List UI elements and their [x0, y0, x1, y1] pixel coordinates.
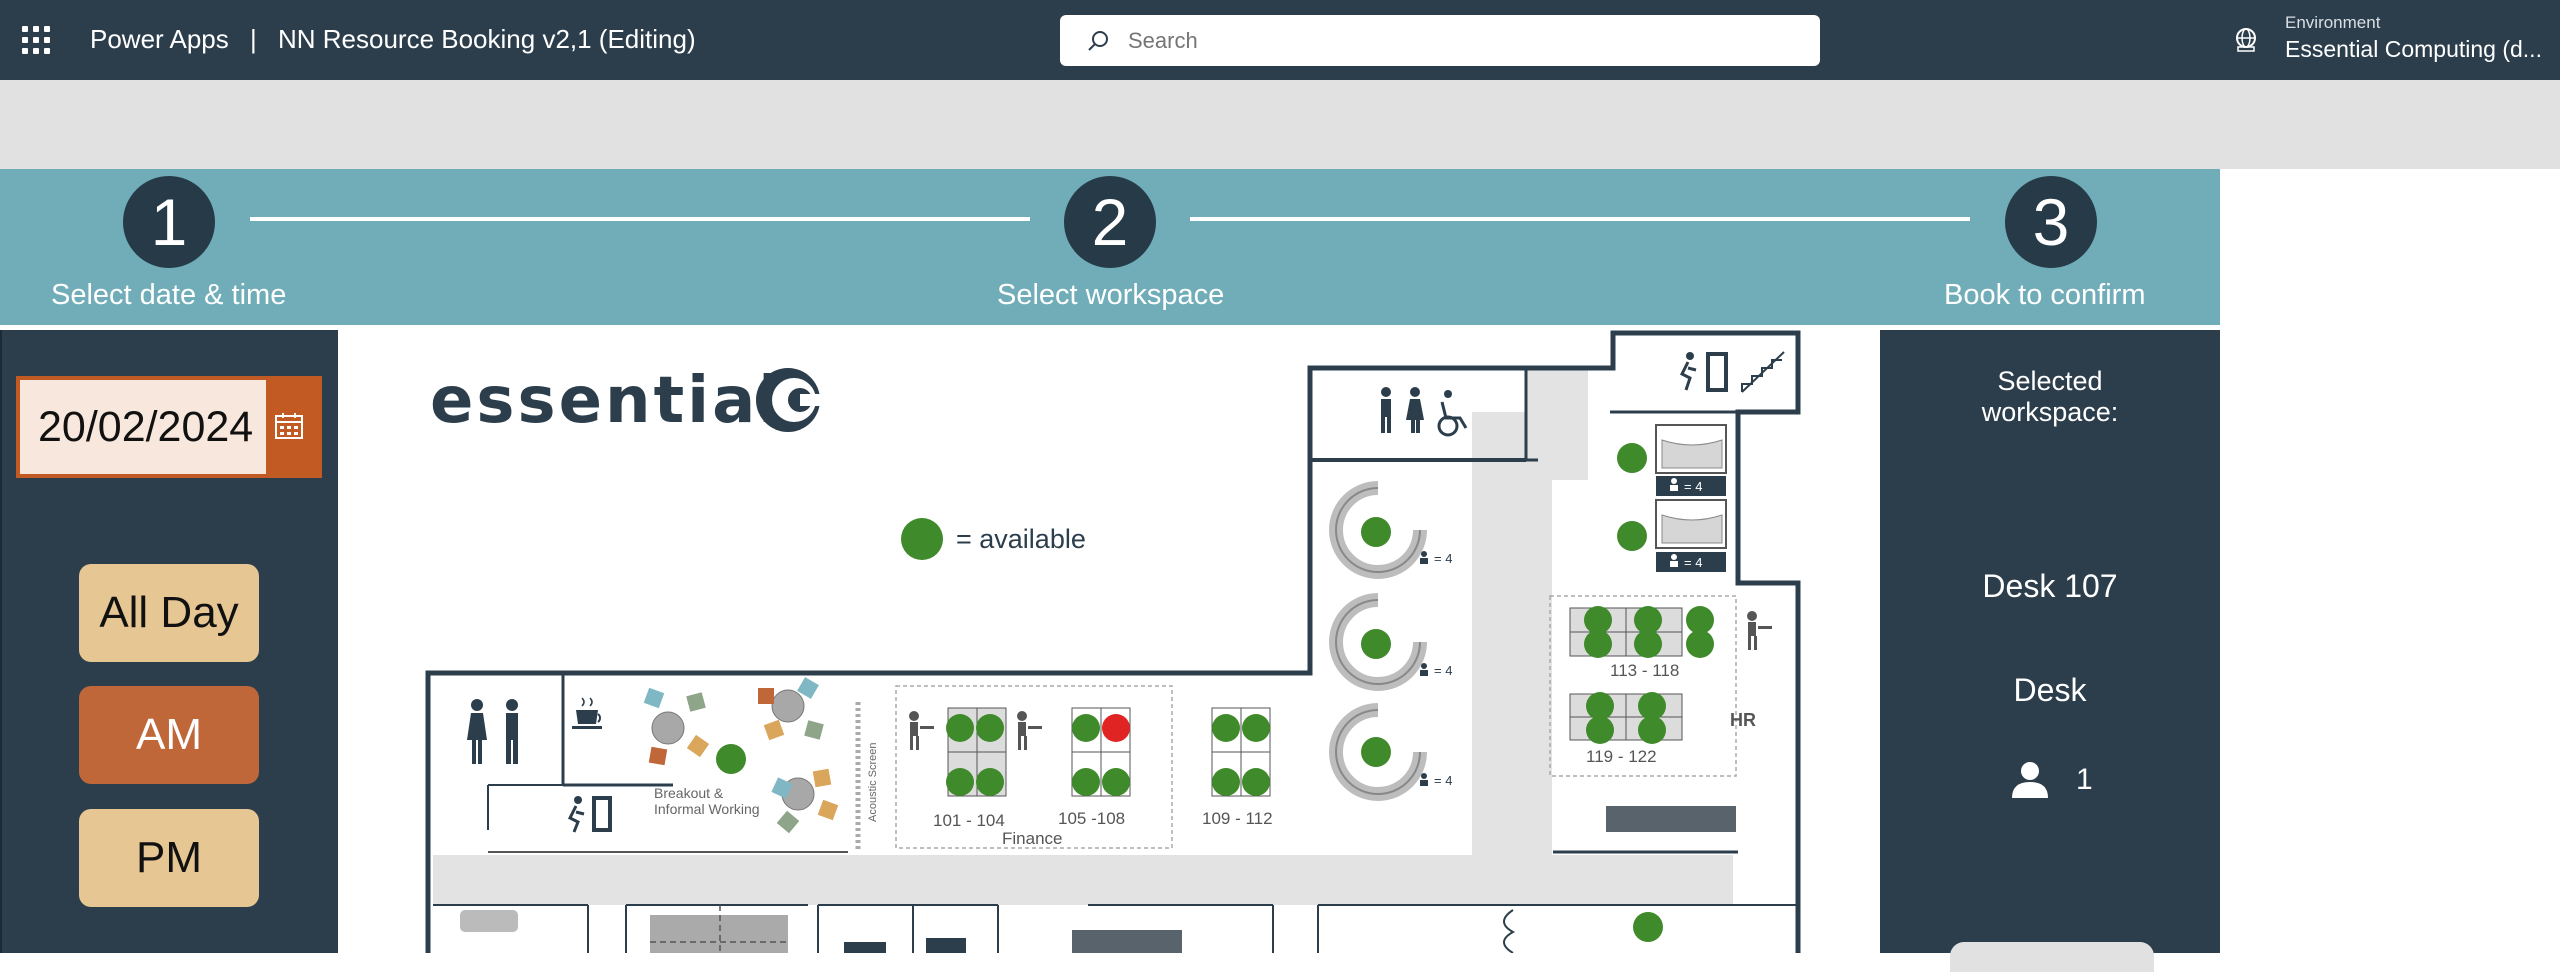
- am-button[interactable]: AM: [79, 686, 259, 784]
- legend-available-dot: [901, 518, 943, 560]
- stairs-icon: [1741, 351, 1785, 393]
- finance-labels: 101 - 104 105 -108 109 - 112 Finance: [933, 809, 1273, 848]
- search-input[interactable]: [1128, 15, 1788, 66]
- brand-logo-mark: [756, 368, 830, 432]
- desk-group-105-108: 105 -108: [1058, 809, 1125, 828]
- finance-label: Finance: [1002, 829, 1062, 848]
- informal-working-label: Informal Working: [654, 801, 760, 817]
- coffee-icon: [572, 697, 602, 729]
- desk-group-109-112: 109 - 112: [1202, 809, 1273, 828]
- left-panel: 20/02/2024 All Day AM PM: [0, 330, 338, 953]
- legend-text: = available: [956, 524, 1086, 554]
- brand-logo: essential: [430, 364, 783, 438]
- finance-desks: [909, 707, 1271, 797]
- top-bar: Power Apps | NN Resource Booking v2,1 (E…: [0, 0, 2560, 80]
- confirm-button[interactable]: [1950, 942, 2154, 972]
- booth-capacity-2: = 4: [1684, 555, 1702, 570]
- pod-capacity-2: = 4: [1434, 663, 1452, 678]
- title-separator: |: [249, 24, 257, 54]
- breakout-area: [467, 677, 861, 850]
- pod-capacity-1: = 4: [1434, 551, 1452, 566]
- phone-booths: [1617, 424, 1727, 572]
- environment-label: Environment: [2285, 13, 2381, 32]
- floor-plan-map: essential = available = 4 = 4 = 4 = 4 = …: [338, 330, 1880, 954]
- pm-button[interactable]: PM: [79, 809, 259, 907]
- selected-title-line1: Selected: [1997, 366, 2103, 396]
- pod-capacity-3: = 4: [1434, 773, 1452, 788]
- canvas-blank: [2220, 169, 2560, 953]
- fire-exit-icon: [1679, 352, 1728, 392]
- stair-corridor: [1526, 370, 1588, 480]
- environment-icon[interactable]: [2232, 26, 2260, 54]
- app-name: Power Apps: [90, 24, 229, 54]
- step-connector: [1190, 217, 1970, 221]
- search-box[interactable]: [1060, 15, 1820, 66]
- desk-group-113-118: 113 - 118: [1610, 661, 1679, 680]
- breakout-labels: Breakout & Informal Working Acoustic Scr…: [654, 743, 879, 822]
- app-title: Power Apps | NN Resource Booking v2,1 (E…: [90, 24, 696, 55]
- command-band: [0, 80, 2560, 169]
- step-1-label: Select date & time: [51, 279, 287, 311]
- floor-plan: essential = available = 4 = 4 = 4 = 4 = …: [425, 330, 1801, 954]
- selected-desk: Desk 107: [1982, 568, 2118, 604]
- step-2-label: Select workspace: [997, 279, 1225, 311]
- all-day-button[interactable]: All Day: [79, 564, 259, 662]
- desk-group-119-122: 119 - 122: [1586, 747, 1657, 766]
- acoustic-screen-label: Acoustic Screen: [867, 743, 879, 822]
- breakout-label: Breakout &: [654, 785, 724, 801]
- step-2-circle: 2: [1064, 176, 1156, 268]
- step-3-label: Book to confirm: [1944, 279, 2146, 311]
- meeting-pods: [1329, 481, 1427, 801]
- date-field[interactable]: 20/02/2024: [20, 380, 266, 474]
- fire-exit-icon: [567, 796, 612, 833]
- steps-banner: 1 2 3 Select date & time Select workspac…: [0, 169, 2220, 325]
- selection-panel: Selected workspace: Desk 107 Desk 1: [1880, 330, 2220, 972]
- date-picker[interactable]: 20/02/2024: [16, 376, 322, 478]
- document-title: NN Resource Booking v2,1 (Editing): [277, 24, 696, 54]
- person-icon: [2012, 762, 2048, 798]
- environment-name[interactable]: Essential Computing (d...: [2285, 36, 2542, 63]
- available-marker[interactable]: [1633, 912, 1663, 942]
- toilets-icon: [1381, 387, 1468, 437]
- hr-label: HR: [1730, 710, 1756, 730]
- step-1-circle: 1: [123, 176, 215, 268]
- calendar-icon[interactable]: [274, 412, 304, 440]
- selected-title-line2: workspace:: [1981, 397, 2119, 427]
- side-corridor: [1472, 412, 1552, 882]
- step-connector: [250, 217, 1030, 221]
- booth-capacity-1: = 4: [1684, 479, 1702, 494]
- selected-type: Desk: [2013, 672, 2087, 708]
- desk-group-101-104: 101 - 104: [933, 811, 1005, 830]
- search-icon: [1088, 31, 1108, 51]
- selected-workspace-title: Selected workspace:: [1880, 366, 2220, 428]
- app-launcher-icon[interactable]: [22, 26, 50, 54]
- person-count: 1: [2076, 763, 2093, 796]
- step-3-circle: 3: [2005, 176, 2097, 268]
